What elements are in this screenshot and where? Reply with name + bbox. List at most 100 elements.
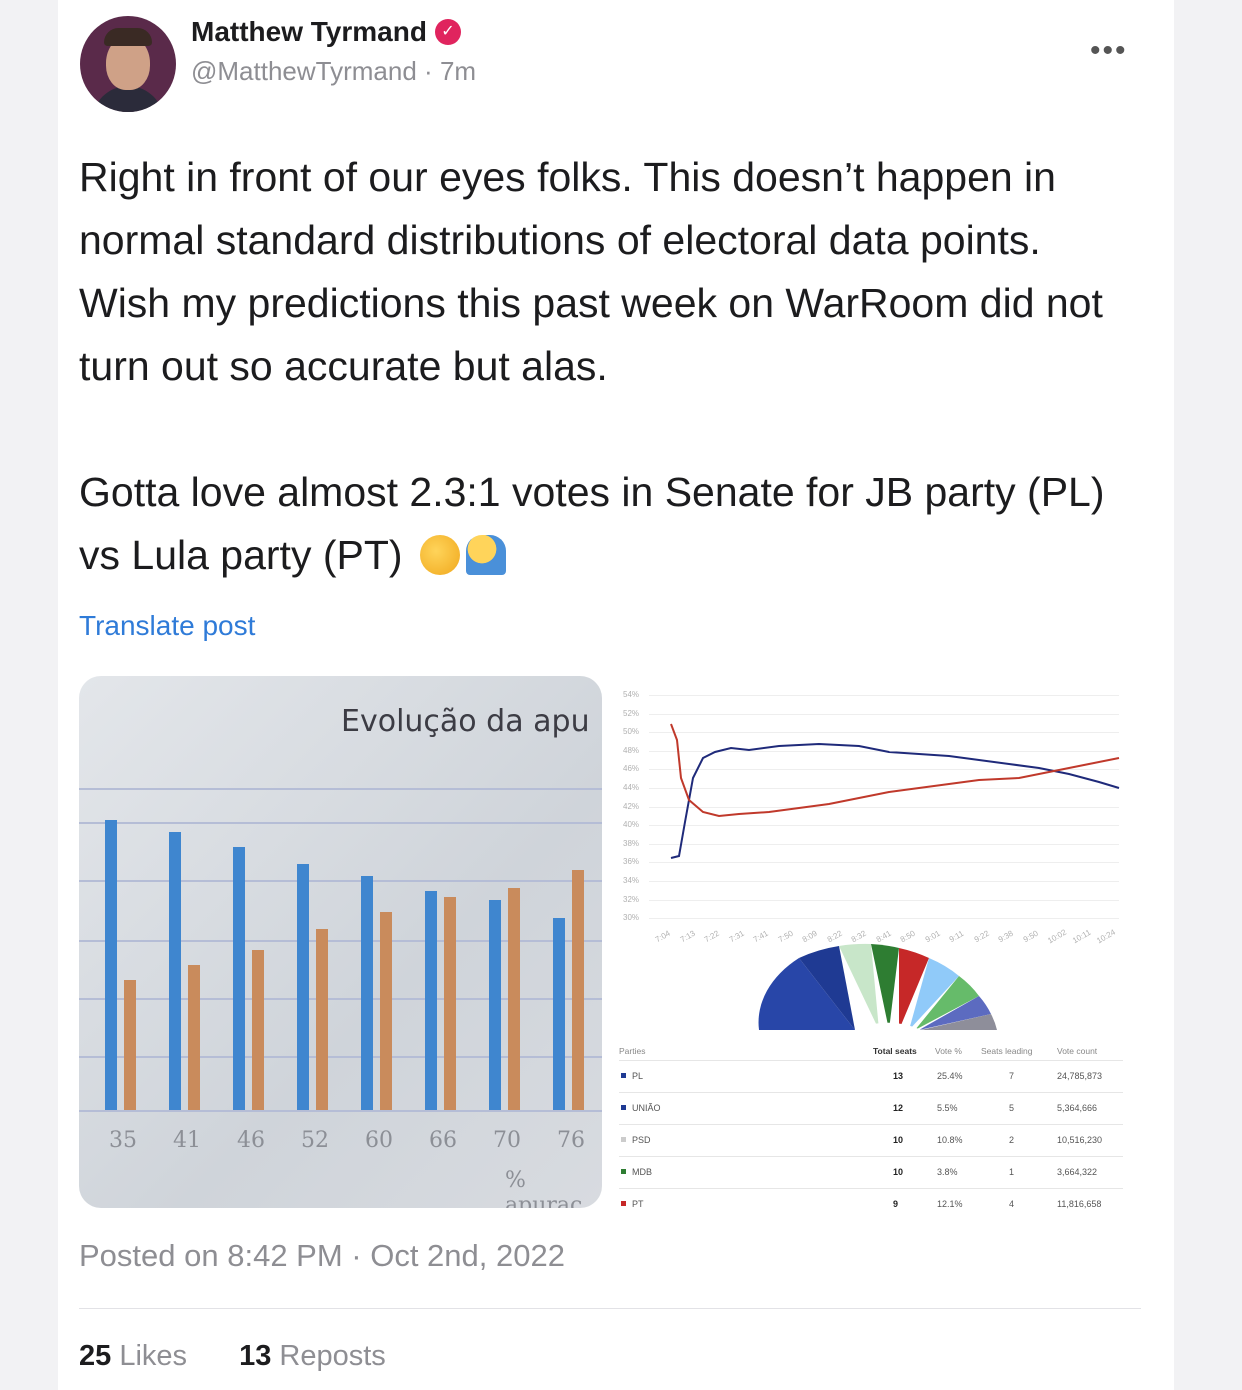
photo-orange-bar — [508, 888, 520, 1110]
facepalm-emoji-icon — [465, 535, 506, 575]
party-name: PT — [621, 1199, 644, 1209]
table-header-vote-count: Vote count — [1057, 1046, 1098, 1056]
party-name: UNIÃO — [621, 1103, 661, 1113]
photo-x-label: 35 — [109, 1128, 137, 1153]
total-seats: 9 — [893, 1199, 899, 1209]
vote-pct: 12.1% — [937, 1199, 963, 1209]
post-media[interactable]: Evolução da apu 35 41 46 52 60 66 70 76 % apura… — [79, 676, 1123, 1212]
table-row: PL 13 25.4% 7 24,785,873 — [619, 1060, 1123, 1093]
table-row: PSD 10 10.8% 2 10,516,230 — [619, 1124, 1123, 1157]
verified-badge-icon: ✓ — [434, 19, 461, 45]
photo-orange-bar — [316, 929, 328, 1110]
author-handle[interactable]: @MatthewTyrmand — [191, 56, 417, 86]
seats-leading: 1 — [1009, 1167, 1015, 1177]
total-seats: 10 — [893, 1135, 904, 1145]
party-color-swatch — [621, 1137, 626, 1142]
party-color-swatch — [621, 1073, 626, 1078]
likes-stat[interactable]: 25 Likes — [79, 1340, 187, 1372]
table-header-total-seats: Total seats — [873, 1046, 917, 1056]
photo-orange-bar — [572, 870, 584, 1110]
post-time-ago[interactable]: 7m — [440, 56, 476, 86]
photo-grid-line — [79, 1056, 602, 1058]
photo-x-label: 46 — [237, 1128, 265, 1153]
vote-pct: 10.8% — [937, 1135, 963, 1145]
author-name-row: Matthew Tyrmand ✓ — [191, 16, 461, 48]
photo-x-label: 52 — [301, 1128, 329, 1153]
photo-blue-bar — [361, 876, 373, 1110]
photo-grid-line — [79, 998, 602, 1000]
author-name[interactable]: Matthew Tyrmand — [191, 16, 427, 48]
table-header-vote-pct: Vote % — [935, 1046, 962, 1056]
post-text-paragraph-1: Right in front of our eyes folks. This d… — [79, 154, 1115, 389]
post-card: Matthew Tyrmand ✓ @MatthewTyrmand · 7m •… — [58, 0, 1174, 1390]
thinking-face-emoji-icon — [419, 535, 460, 575]
vote-pct: 25.4% — [937, 1071, 963, 1081]
photo-x-label: 41 — [173, 1128, 201, 1153]
photo-orange-bar — [188, 965, 200, 1110]
table-row: MDB 10 3.8% 1 3,664,322 — [619, 1156, 1123, 1189]
author-handle-row: @MatthewTyrmand · 7m — [191, 56, 476, 87]
total-seats: 12 — [893, 1103, 904, 1113]
photo-grid-line — [79, 788, 602, 790]
party-name: PSD — [621, 1135, 651, 1145]
reposts-count: 13 — [239, 1340, 272, 1372]
photo-orange-bar — [380, 912, 392, 1110]
photo-grid-line — [79, 880, 602, 882]
blue-series-line — [670, 742, 1120, 859]
screenshot-panel[interactable]: 54% 52% 50% 48% 46% 44% 42% 40% 38% 36% 34% 32% 30% … — [619, 682, 1123, 1212]
photo-orange-bar — [252, 950, 264, 1110]
seats-leading: 4 — [1009, 1199, 1015, 1209]
vote-pct: 5.5% — [937, 1103, 958, 1113]
table-header-seats-leading: Seats leading — [981, 1046, 1033, 1056]
seats-leading: 5 — [1009, 1103, 1015, 1113]
posted-timestamp: Posted on 8:42 PM · Oct 2nd, 2022 — [79, 1238, 565, 1273]
reposts-label: Reposts — [279, 1340, 386, 1372]
seat-hemicycle-chart — [758, 943, 997, 1030]
photo-blue-bar — [233, 847, 245, 1110]
photo-grid-line — [79, 1110, 602, 1112]
photo-blue-bar — [105, 820, 117, 1110]
photo-x-label: 60 — [365, 1128, 393, 1153]
photo-blue-bar — [297, 864, 309, 1110]
photo-grid-line — [79, 822, 602, 824]
party-name: PL — [621, 1071, 643, 1081]
seats-leading: 7 — [1009, 1071, 1015, 1081]
likes-label: Likes — [119, 1340, 188, 1372]
photo-orange-bar — [444, 897, 456, 1110]
table-row: UNIÃO 12 5.5% 5 5,364,666 — [619, 1092, 1123, 1125]
photo-x-label: 70 — [493, 1128, 521, 1153]
engagement-stats: 25 Likes 13 Reposts — [79, 1340, 386, 1373]
photo-blue-bar — [489, 900, 501, 1110]
likes-count: 25 — [79, 1340, 112, 1372]
more-options-icon[interactable]: ••• — [1090, 34, 1128, 68]
total-seats: 13 — [893, 1071, 904, 1081]
photo-blue-bar — [425, 891, 437, 1110]
line-chart — [670, 723, 1120, 859]
photo-blue-bar — [169, 832, 181, 1110]
table-header-parties: Parties — [619, 1046, 646, 1056]
post-text-paragraph-2: Gotta love almost 2.3:1 votes in Senate … — [79, 469, 1116, 578]
photo-orange-bar — [124, 980, 136, 1110]
vote-pct: 3.8% — [937, 1167, 958, 1177]
reposts-stat[interactable]: 13 Reposts — [239, 1340, 386, 1372]
time-separator: · — [424, 56, 433, 86]
total-seats: 10 — [893, 1167, 904, 1177]
post-text: Right in front of our eyes folks. This d… — [79, 146, 1139, 587]
photo-bar-chart[interactable]: Evolução da apu 35 41 46 52 60 66 70 76 % apura… — [79, 676, 602, 1208]
photo-grid-line — [79, 940, 602, 942]
avatar-hair — [104, 28, 152, 46]
photo-x-label: 66 — [429, 1128, 457, 1153]
vote-count: 10,516,230 — [1057, 1135, 1103, 1145]
divider — [79, 1308, 1141, 1309]
photo-x-caption: % apurac — [505, 1168, 583, 1208]
party-color-swatch — [621, 1105, 626, 1110]
vote-count: 5,364,666 — [1057, 1103, 1098, 1113]
vote-count: 3,664,322 — [1057, 1167, 1098, 1177]
vote-count: 24,785,873 — [1057, 1071, 1103, 1081]
photo-chart-title: Evolução da apu — [341, 704, 590, 739]
table-row: PT 9 12.1% 4 11,816,658 — [619, 1188, 1123, 1221]
party-name: MDB — [621, 1167, 652, 1177]
photo-x-label: 76 — [557, 1128, 585, 1153]
author-avatar[interactable] — [80, 16, 176, 112]
translate-post-link[interactable]: Translate post — [79, 610, 255, 642]
